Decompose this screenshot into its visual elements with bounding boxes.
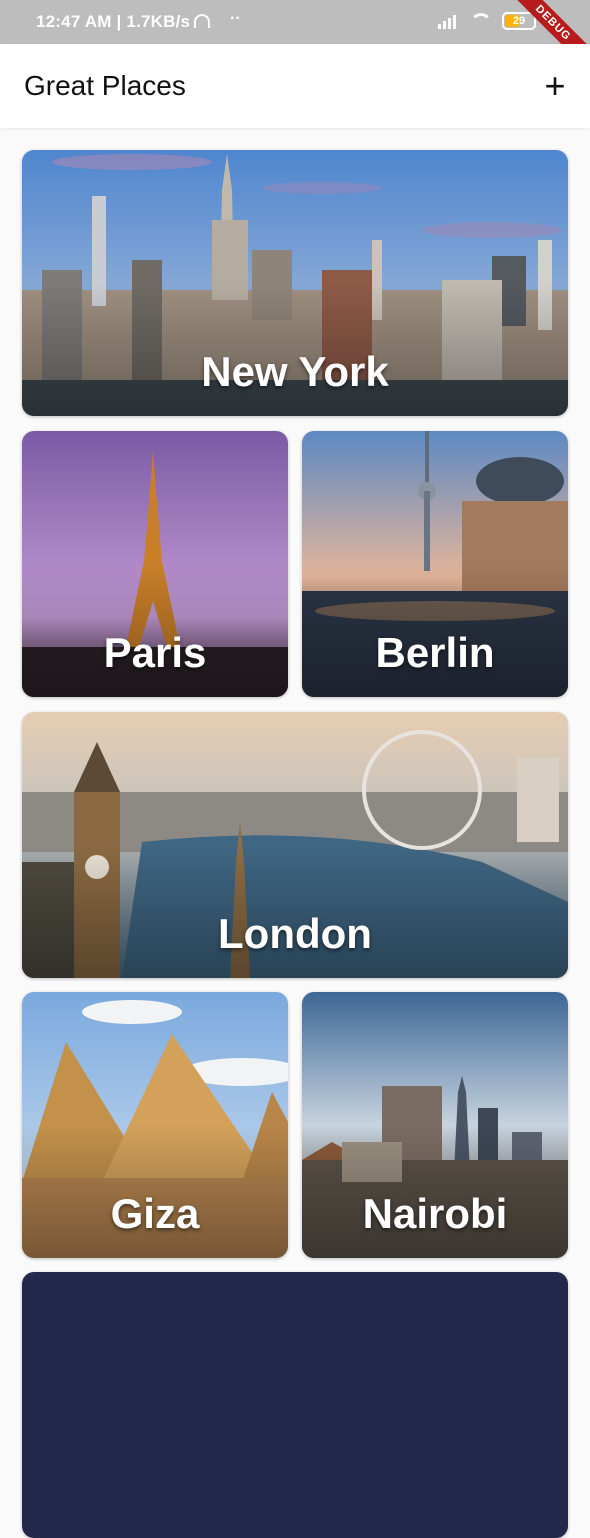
place-name: Nairobi <box>362 1190 508 1237</box>
place-tile-berlin[interactable]: Berlin <box>302 431 568 697</box>
wifi-icon <box>470 13 492 29</box>
plus-icon: + <box>544 65 566 106</box>
place-tile-london[interactable]: London <box>22 712 568 978</box>
status-bar: 12:47 AM | 1.7KB/s ·· 29 DEBUG <box>0 0 590 83</box>
notification-dots: ·· <box>230 10 241 27</box>
place-name: London <box>218 910 372 957</box>
places-grid: New York Paris Berlin London Giza Nairob… <box>0 128 590 1538</box>
place-tile-new-york[interactable]: New York <box>22 150 568 416</box>
app-bar: Great Places + <box>0 44 590 128</box>
place-name: Paris <box>103 629 207 676</box>
place-name: Berlin <box>375 629 495 676</box>
status-icons: 29 <box>438 12 536 30</box>
add-place-button[interactable]: + <box>540 66 570 106</box>
battery-level: 29 <box>512 15 526 27</box>
battery-icon: 29 <box>502 12 536 30</box>
signal-icon <box>438 13 460 29</box>
place-tile-paris[interactable]: Paris <box>22 431 288 697</box>
status-time: 12:47 AM | 1.7KB/s <box>36 12 211 32</box>
page-title: Great Places <box>24 70 186 101</box>
place-tile-nairobi[interactable]: Nairobi <box>302 992 568 1258</box>
headset-icon <box>194 14 211 28</box>
place-name: Giza <box>110 1190 200 1237</box>
place-name: New York <box>201 348 389 395</box>
place-tile-giza[interactable]: Giza <box>22 992 288 1258</box>
place-tile-partial[interactable] <box>22 1272 568 1538</box>
